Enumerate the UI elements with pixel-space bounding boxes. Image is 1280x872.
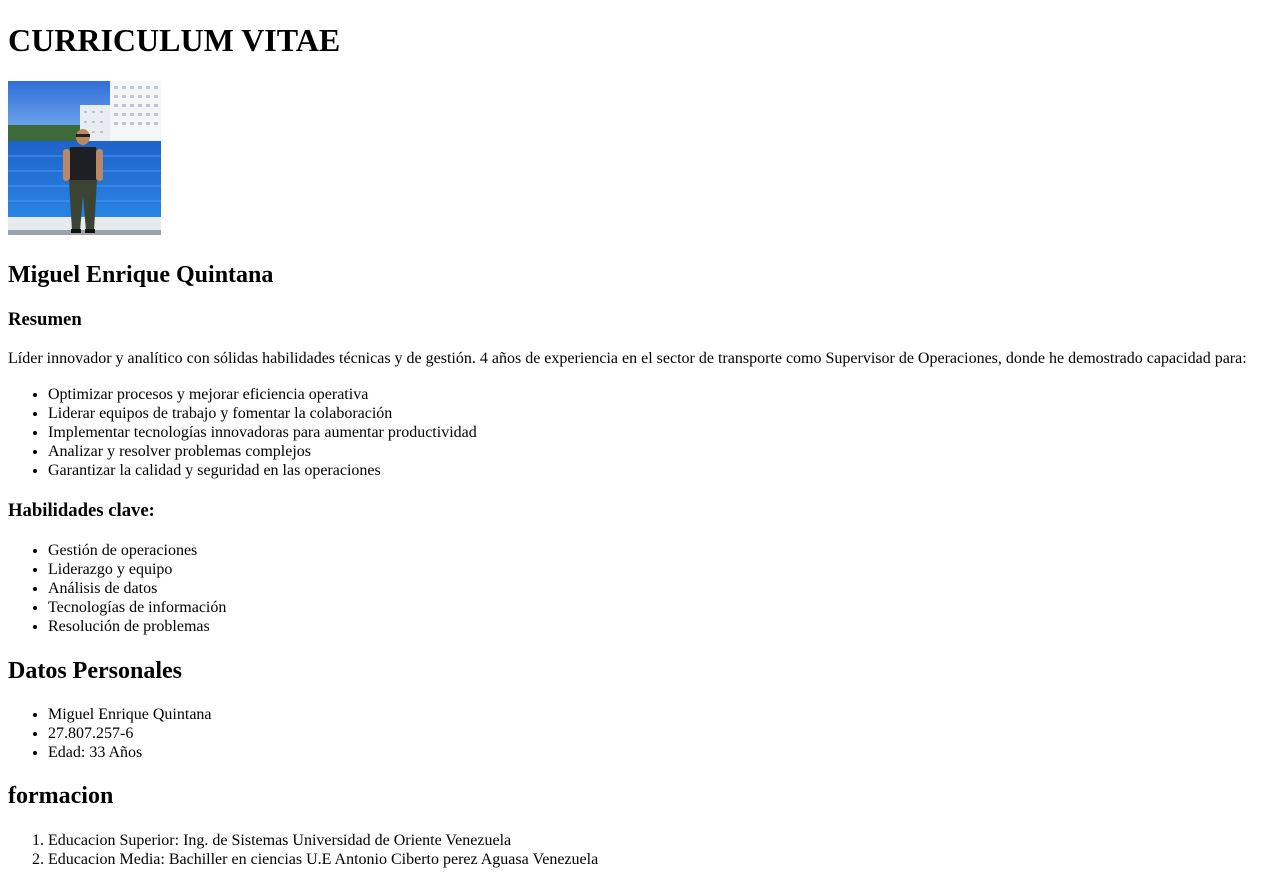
list-item: Educacion Superior: Ing. de Sistemas Uni… (48, 831, 598, 850)
list-item: Gestión de operaciones (48, 541, 226, 560)
summary-text: Líder innovador y analítico con sólidas … (8, 350, 1247, 367)
list-item: Garantizar la calidad y seguridad en las… (48, 461, 477, 480)
education-list: Educacion Superior: Ing. de Sistemas Uni… (8, 831, 598, 869)
skills-list: Gestión de operaciones Liderazgo y equip… (8, 541, 226, 636)
list-item: Analizar y resolver problemas complejos (48, 442, 477, 461)
skills-heading: Habilidades clave: (8, 500, 155, 521)
person-name: Miguel Enrique Quintana (8, 262, 274, 288)
list-item: Educacion Media: Bachiller en ciencias U… (48, 850, 598, 869)
list-item: Edad: 33 Años (48, 743, 212, 762)
list-item: Resolución de problemas (48, 617, 226, 636)
personal-data-heading: Datos Personales (8, 658, 182, 684)
list-item: Liderar equipos de trabajo y fomentar la… (48, 404, 477, 423)
list-item: 27.807.257-6 (48, 724, 212, 743)
page-title: CURRICULUM VITAE (8, 22, 341, 58)
list-item: Optimizar procesos y mejorar eficiencia … (48, 385, 477, 404)
profile-photo (8, 81, 161, 235)
summary-list: Optimizar procesos y mejorar eficiencia … (8, 385, 477, 480)
education-heading: formacion (8, 783, 114, 809)
list-item: Miguel Enrique Quintana (48, 705, 212, 724)
personal-data-list: Miguel Enrique Quintana 27.807.257-6 Eda… (8, 705, 212, 762)
list-item: Implementar tecnologías innovadoras para… (48, 423, 477, 442)
summary-heading: Resumen (8, 309, 82, 330)
list-item: Tecnologías de información (48, 598, 226, 617)
list-item: Liderazgo y equipo (48, 560, 226, 579)
list-item: Análisis de datos (48, 579, 226, 598)
